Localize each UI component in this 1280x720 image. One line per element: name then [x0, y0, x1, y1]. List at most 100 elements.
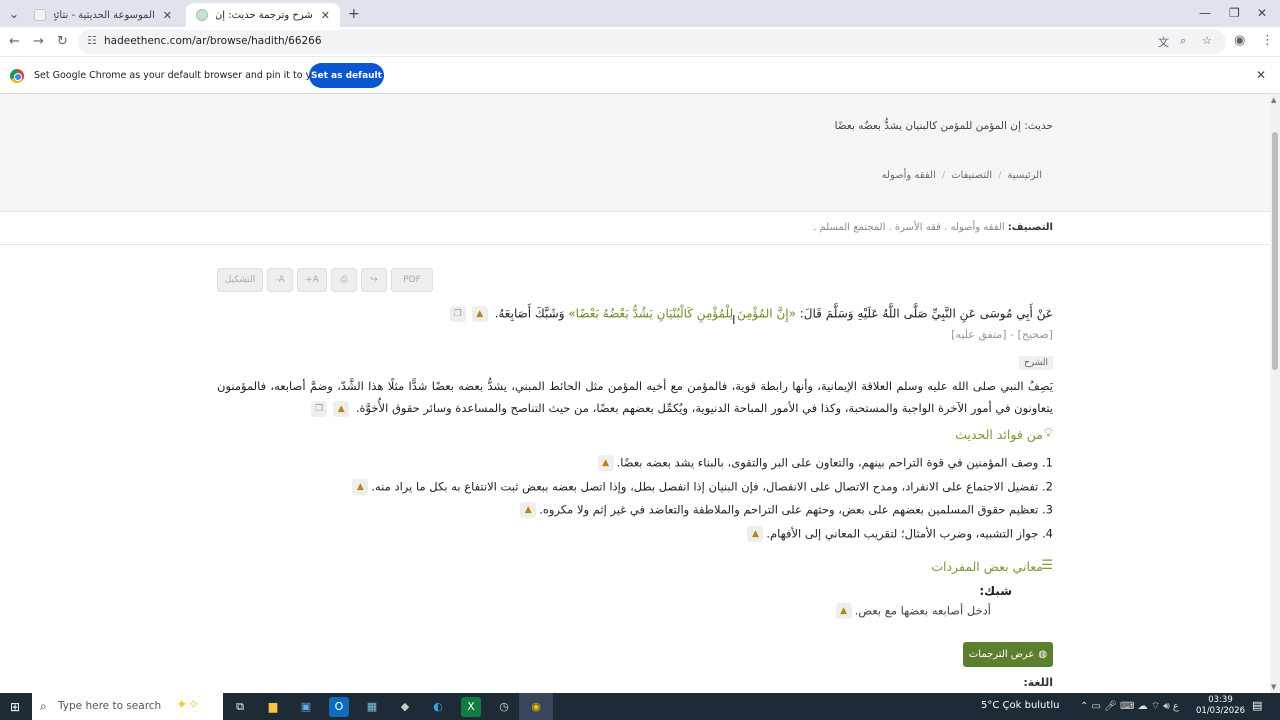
windows-start-icon[interactable]: ⊞	[10, 700, 20, 714]
toolbar: ← → ↻ ☷ hadeethenc.com/ar/browse/hadith/…	[0, 27, 1280, 57]
copy-icon[interactable]: ❐	[311, 400, 328, 417]
font-decrease-button[interactable]: -A	[267, 268, 293, 292]
hadith-toolbar: التشكيل -A +A ⎙ ↪ PDF	[217, 268, 433, 292]
divider	[0, 244, 1270, 245]
notifications-icon[interactable]: ▤	[1252, 699, 1262, 712]
report-error-icon[interactable]: ▲	[597, 455, 614, 471]
hadith-suffix: وَشَبَّكَ أَصَابِعَهُ.	[494, 306, 569, 321]
report-error-icon[interactable]: ▲	[835, 603, 852, 619]
hadith-grade: [صحيح] - [متفق عليه]	[951, 328, 1053, 341]
close-window-icon[interactable]: ✕	[1257, 6, 1267, 20]
search-placeholder: Type here to search	[58, 700, 162, 712]
copilot-sparkle-icon: ✦✧	[176, 697, 200, 713]
language-label: اللغة:	[1023, 676, 1053, 689]
category-label: التصنيف:	[1007, 222, 1053, 233]
print-icon: ⎙	[340, 275, 348, 285]
report-error-icon[interactable]: ▲	[520, 502, 537, 518]
close-tab-icon[interactable]: ✕	[163, 9, 172, 22]
tab-title: الموسوعة الحديثية - نتائج البحث	[54, 9, 155, 21]
address-bar[interactable]: ☷ hadeethenc.com/ar/browse/hadith/66266 …	[78, 30, 1226, 54]
breadcrumb-categories[interactable]: التصنيفات	[951, 170, 992, 181]
category-value[interactable]: الفقه وأصوله . فقه الأسرة . المجتمع المس…	[813, 222, 1004, 233]
file-explorer-icon[interactable]: ▆	[263, 697, 283, 717]
page-header: حديث: إن المؤمن للمؤمن كالبنيان يشدُّ بع…	[0, 94, 1270, 212]
forward-icon[interactable]: →	[33, 34, 44, 49]
copy-icon[interactable]: ❐	[449, 306, 466, 322]
search-icon: ⌕	[40, 699, 47, 713]
menu-icon[interactable]: ⋮	[1261, 33, 1274, 48]
tashkeel-button[interactable]: التشكيل	[217, 268, 263, 292]
default-browser-infobar: Set Google Chrome as your default browse…	[0, 58, 1280, 94]
report-error-icon[interactable]: ▲	[747, 526, 764, 542]
share-icon: ↪	[370, 275, 378, 285]
font-increase-button[interactable]: +A	[297, 268, 327, 292]
show-translations-button[interactable]: ◍ عرض الترجمات	[963, 642, 1053, 667]
benefit-item: 2. تفضيل الاجتماع على الانفراد، ومدح الا…	[349, 479, 1053, 495]
url-text: hadeethenc.com/ar/browse/hadith/66266	[104, 35, 322, 47]
chrome-logo-icon	[10, 69, 24, 83]
profile-icon[interactable]: ◉	[1234, 33, 1245, 48]
clock[interactable]: 03:39 01/03/2026	[1196, 695, 1245, 717]
tab-search-results[interactable]: الموسوعة الحديثية - نتائج البحث ✕	[24, 3, 182, 27]
task-view-icon[interactable]: ⧉	[230, 697, 250, 717]
scroll-down-icon[interactable]: ▼	[1271, 683, 1276, 691]
set-as-default-button[interactable]: Set as default	[309, 63, 384, 88]
sharh-label: الشرح	[1018, 356, 1053, 370]
new-tab-icon[interactable]: +	[348, 6, 360, 22]
weather-widget[interactable]: 5°C Çok bulutlu	[981, 700, 1059, 711]
report-error-icon[interactable]: ▲	[333, 400, 350, 417]
sharh-paragraph: يَصِفُ النبي صلى الله عليه وسلم العلاقة …	[217, 375, 1053, 419]
outlook-icon[interactable]: O	[329, 697, 349, 717]
scroll-up-icon[interactable]: ▲	[1271, 96, 1276, 104]
list-icon: ☰	[1041, 558, 1053, 573]
page-title: حديث: إن المؤمن للمؤمن كالبنيان يشدُّ بع…	[834, 120, 1053, 132]
hadith-text: عَنْ أَبِي مُوسَى عَنِ النَّبِيِّ صَلَّى…	[447, 306, 1053, 322]
bookmark-star-icon[interactable]: ☆	[1202, 34, 1212, 47]
tab-search-icon[interactable]: ⌄	[9, 7, 19, 21]
windows-taskbar: ⊞ ⌕ Type here to search ✦✧ ⧉ ▆ ▣ O ▦ ◆ ◐…	[0, 693, 1280, 720]
report-error-icon[interactable]: ▲	[471, 306, 488, 322]
calculator-icon[interactable]: ▦	[362, 697, 382, 717]
print-button[interactable]: ⎙	[331, 268, 357, 292]
pdf-button[interactable]: PDF	[391, 268, 433, 292]
category-line: التصنيف: الفقه وأصوله . فقه الأسرة . الم…	[813, 222, 1053, 233]
vocab-definition: أدخل أصابعه بعضها مع بعض.▲	[833, 603, 991, 619]
page-scrollbar[interactable]: ▲ ▼	[1270, 94, 1280, 693]
reload-icon[interactable]: ↻	[57, 34, 68, 49]
close-infobar-icon[interactable]: ✕	[1256, 68, 1266, 82]
breadcrumb-home[interactable]: الرئيسية	[1008, 170, 1042, 181]
back-icon[interactable]: ←	[9, 34, 20, 49]
zoom-icon[interactable]: ⌕	[1180, 34, 1186, 48]
hadith-quote: «إِنَّ المُؤْمِنَ لِلْمُؤْمِنِ كَالْبُنْ…	[568, 306, 796, 321]
scrollbar-thumb[interactable]	[1272, 132, 1278, 370]
close-tab-icon[interactable]: ✕	[321, 9, 330, 22]
app-icon[interactable]: ◆	[395, 697, 415, 717]
globe-icon: ◍	[1038, 649, 1048, 660]
edge-icon[interactable]: ◐	[428, 697, 448, 717]
tab-hadith[interactable]: شرح وترجمة حديث: إن المؤمن لل... ✕	[186, 3, 340, 27]
lightbulb-icon: 💡︎	[1043, 426, 1053, 441]
breadcrumb-fiqh[interactable]: الفقه وأصوله	[882, 170, 936, 181]
benefits-title: من فوائد الحديث	[955, 427, 1043, 442]
tab-title: شرح وترجمة حديث: إن المؤمن لل...	[216, 9, 313, 21]
clock-time: 03:39	[1208, 695, 1233, 705]
excel-icon[interactable]: X	[461, 697, 481, 717]
clock-app-icon[interactable]: ◷	[494, 697, 514, 717]
breadcrumb: الرئيسية/التصنيفات/الفقه وأصوله	[881, 170, 1042, 181]
site-info-icon[interactable]: ☷	[87, 34, 97, 47]
taskbar-search[interactable]: ⌕ Type here to search ✦✧	[32, 693, 223, 720]
tab-strip: ⌄ الموسوعة الحديثية - نتائج البحث ✕ شرح …	[0, 0, 1280, 27]
clock-date: 01/03/2026	[1196, 706, 1245, 716]
report-error-icon[interactable]: ▲	[352, 479, 369, 495]
share-button[interactable]: ↪	[361, 268, 387, 292]
translate-icon[interactable]: 文	[1158, 34, 1169, 50]
store-icon[interactable]: ▣	[296, 697, 316, 717]
vocab-title: معاني بعض المفردات	[931, 559, 1043, 574]
site-favicon-icon	[196, 9, 208, 21]
minimize-icon[interactable]: —	[1199, 6, 1211, 20]
benefit-item: 3. تعظيم حقوق المسلمين بعضهم على بعض، وح…	[517, 502, 1053, 518]
restore-icon[interactable]: ❐	[1229, 6, 1240, 20]
chrome-icon[interactable]: ◉	[526, 697, 546, 717]
system-tray-icons[interactable]: ⌃ ▭ 🎤︎ ⌨ ☁ ⌔ 🔊︎ ع	[1080, 700, 1179, 713]
benefit-item: 1. وصف المؤمنين في قوة التراحم بينهم، وا…	[595, 455, 1053, 471]
